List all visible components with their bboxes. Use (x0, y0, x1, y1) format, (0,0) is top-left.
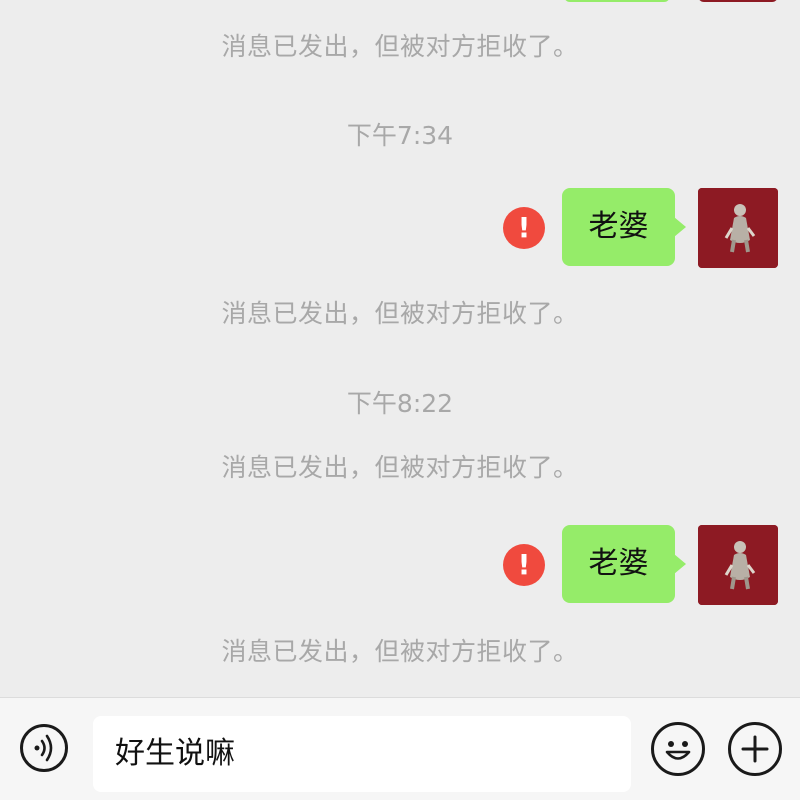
system-notice: 消息已发出，但被对方拒收了。 (221, 32, 579, 61)
system-notice: 消息已发出，但被对方拒收了。 (221, 637, 579, 666)
timestamp: 下午8:22 (346, 389, 454, 418)
previous-message-bubble[interactable] (564, 0, 670, 2)
system-notice: 消息已发出，但被对方拒收了。 (221, 299, 579, 328)
bubble-tail (674, 554, 686, 574)
previous-avatar[interactable] (698, 0, 778, 2)
message-row-sent: ! 老婆 (0, 525, 800, 605)
exclamation-error-icon[interactable]: ! (503, 544, 545, 586)
message-bubble[interactable]: 老婆 (562, 188, 675, 266)
exclamation-error-icon[interactable]: ! (503, 207, 545, 249)
message-list[interactable]: 消息已发出，但被对方拒收了。 下午7:34 ! 老婆 消息已发出，但被对方拒收了… (0, 0, 800, 697)
voice-icon (34, 734, 53, 762)
emoji-button[interactable] (651, 722, 705, 776)
voice-button[interactable] (20, 724, 68, 772)
bubble-tail (674, 217, 686, 237)
timestamp: 下午7:34 (346, 121, 454, 150)
avatar-figure-icon (698, 188, 778, 268)
input-bar: 好生说嘛 (0, 697, 800, 800)
avatar-figure-icon (698, 525, 778, 605)
system-notice: 消息已发出，但被对方拒收了。 (221, 453, 579, 482)
avatar[interactable] (698, 525, 778, 605)
more-button[interactable] (728, 722, 782, 776)
emoji-icon (665, 741, 691, 760)
avatar[interactable] (698, 188, 778, 268)
message-row-sent: ! 老婆 (0, 188, 800, 268)
message-input[interactable]: 好生说嘛 (93, 716, 631, 792)
plus-icon (741, 735, 769, 763)
message-bubble[interactable]: 老婆 (562, 525, 675, 603)
chat-screen: 消息已发出，但被对方拒收了。 下午7:34 ! 老婆 消息已发出，但被对方拒收了… (0, 0, 800, 800)
